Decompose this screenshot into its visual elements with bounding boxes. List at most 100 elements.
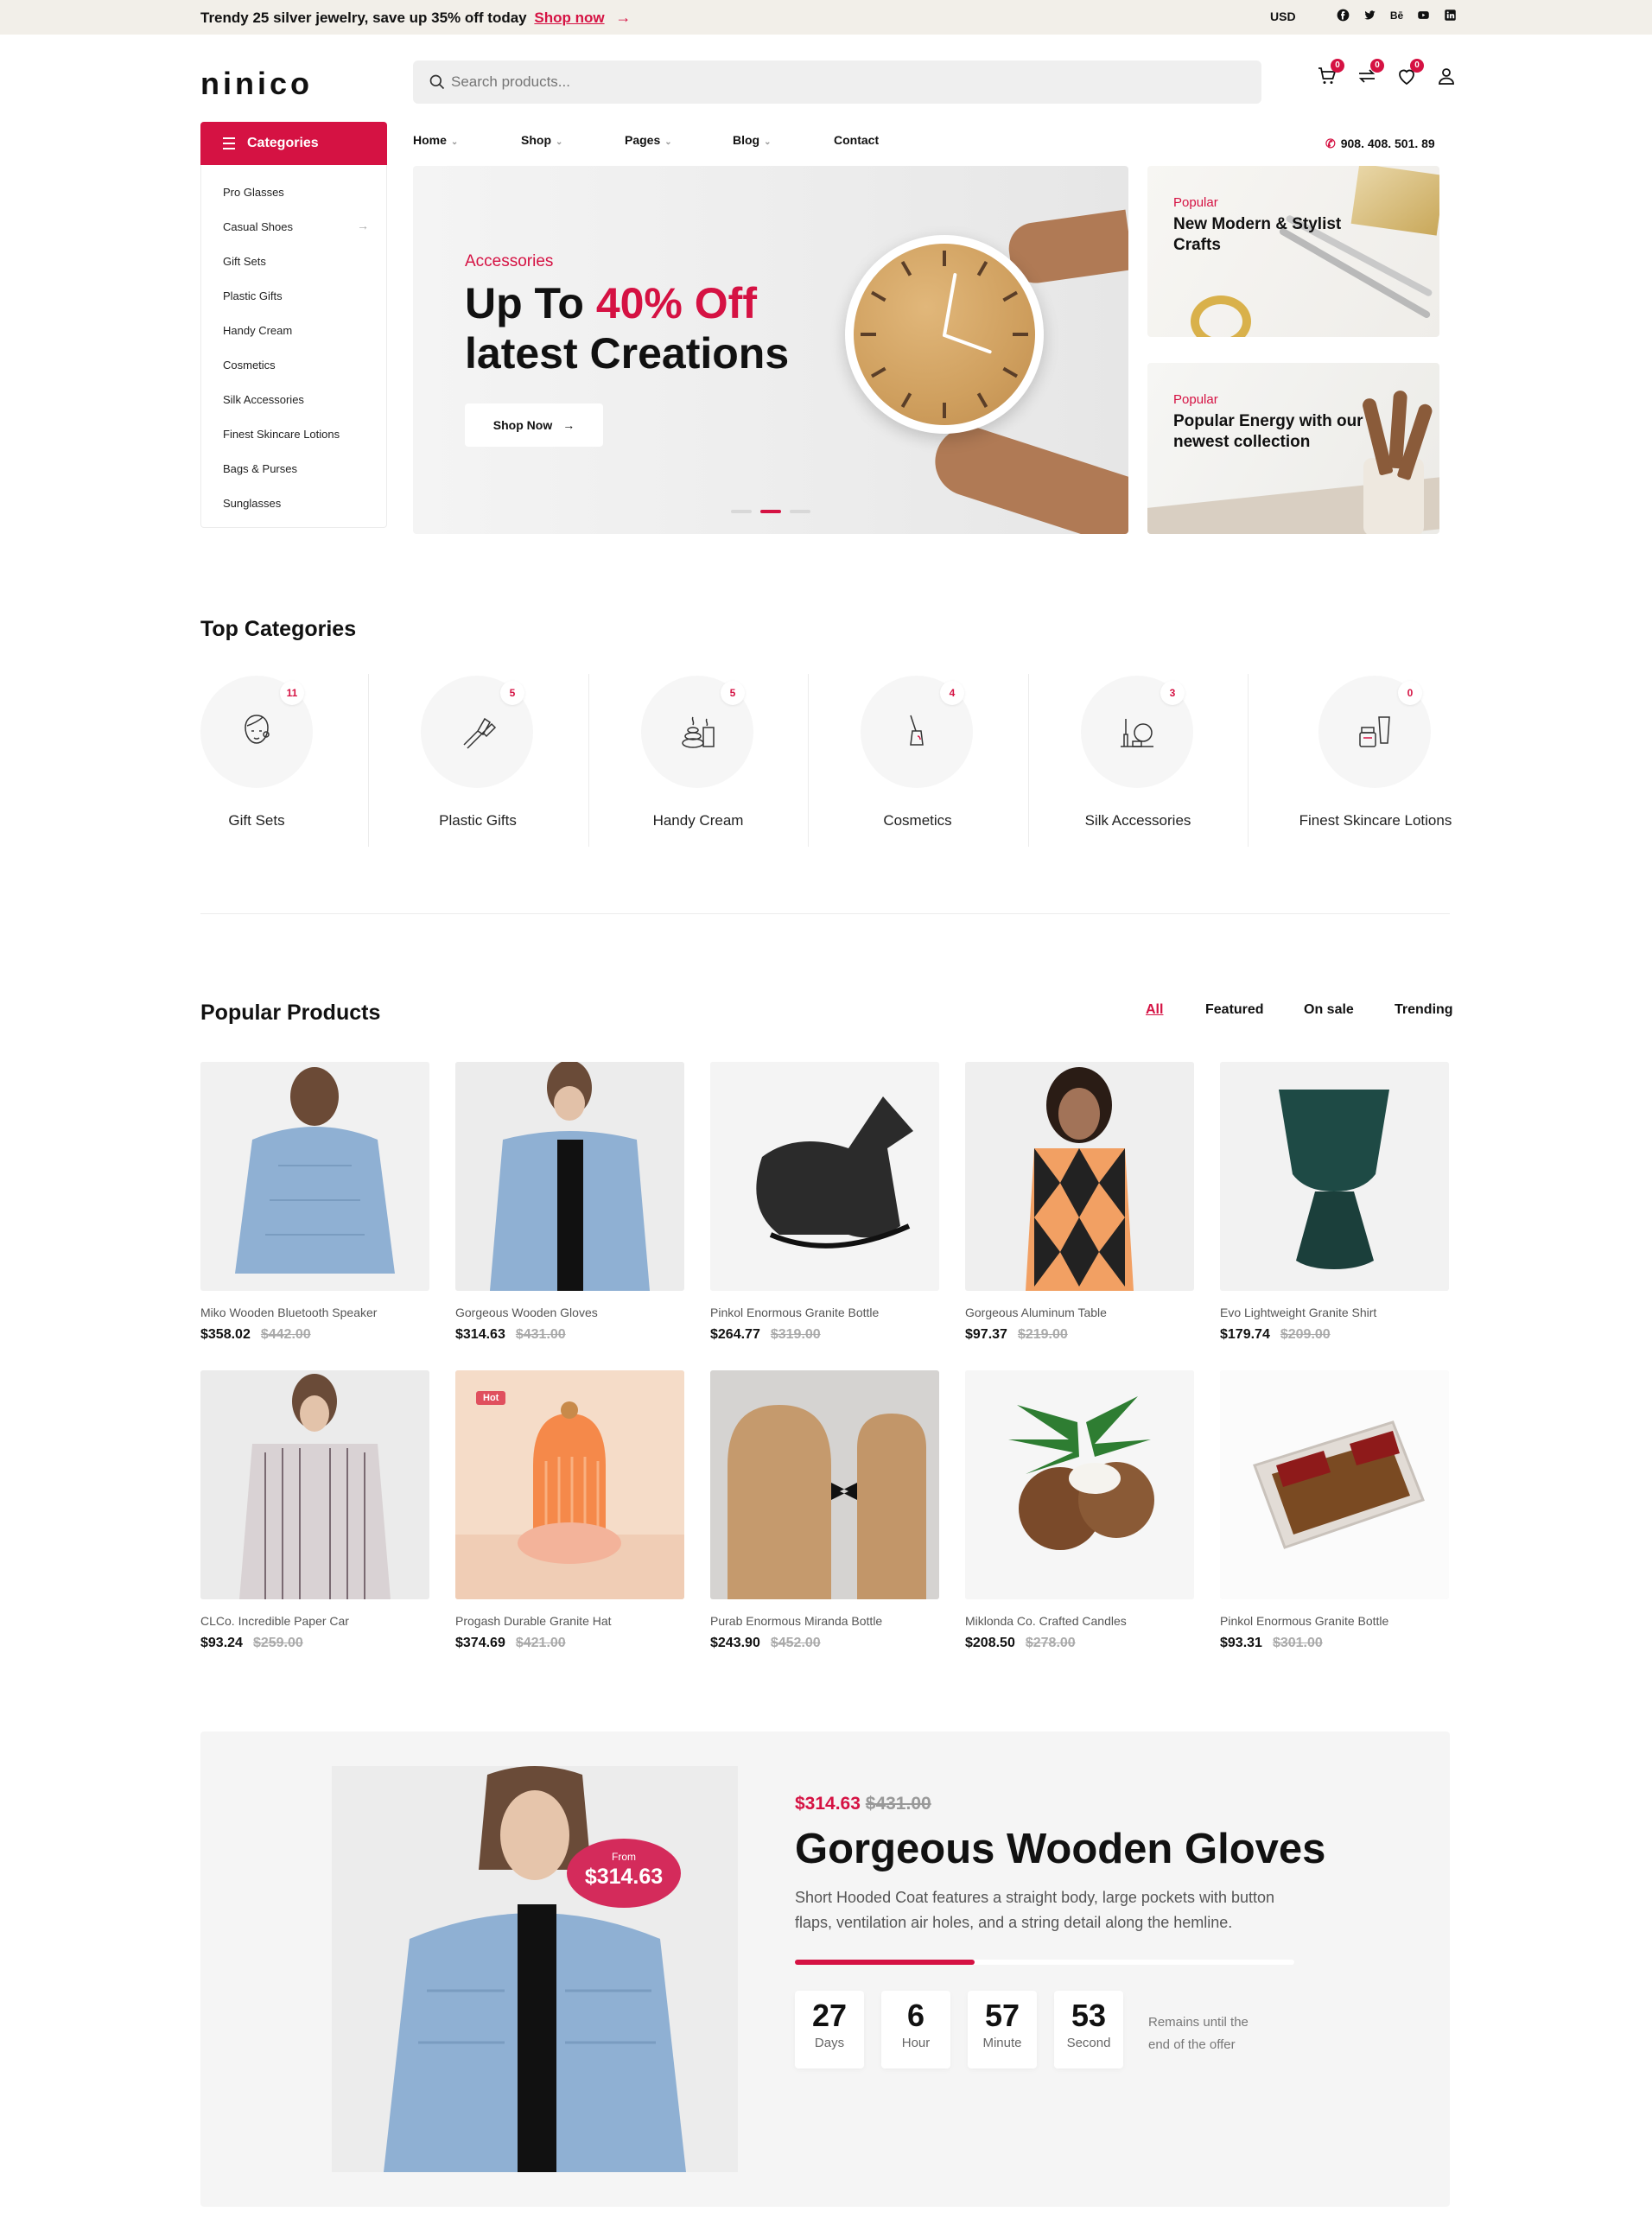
nav-blog[interactable]: Blog ⌄ <box>733 133 772 147</box>
deal-title[interactable]: Gorgeous Wooden Gloves <box>795 1825 1325 1873</box>
product-name[interactable]: Pinkol Enormous Granite Bottle <box>710 1306 879 1319</box>
youtube-icon[interactable] <box>1416 8 1431 22</box>
twitter-icon[interactable] <box>1363 8 1377 22</box>
category-card[interactable]: 5 Handy Cream <box>588 674 808 847</box>
product-image[interactable]: Hot <box>455 1370 684 1599</box>
product-name[interactable]: CLCo. Incredible Paper Car <box>200 1614 349 1628</box>
product-name[interactable]: Pinkol Enormous Granite Bottle <box>1220 1614 1388 1628</box>
nav-pages[interactable]: Pages ⌄ <box>625 133 672 147</box>
search-icon[interactable] <box>429 73 446 91</box>
hero-title: Up To 40% Off latest Creations <box>465 278 789 378</box>
nav-shop[interactable]: Shop ⌄ <box>521 133 562 147</box>
countdown-unit: Hour <box>901 2036 931 2050</box>
deal-product-image[interactable] <box>332 1766 738 2172</box>
menu-icon <box>223 137 235 153</box>
price-current: $93.31 <box>1220 1636 1262 1650</box>
category-card[interactable]: 5 Plastic Gifts <box>368 674 588 847</box>
shop-now-link[interactable]: Shop now <box>534 10 604 26</box>
section-divider <box>200 913 1450 914</box>
slider-dot[interactable] <box>790 510 810 513</box>
hero-shop-now-button[interactable]: Shop Now → <box>465 403 603 447</box>
categories-toggle[interactable]: Categories <box>200 122 387 165</box>
phone-icon: ✆ <box>1325 137 1336 150</box>
category-item[interactable]: Pro Glasses <box>223 186 284 199</box>
cart-button[interactable]: 0 <box>1317 59 1344 86</box>
countdown-value: 57 <box>984 1998 1020 2033</box>
category-item[interactable]: Plastic Gifts <box>223 289 283 302</box>
phone-number: 908. 408. 501. 89 <box>1340 137 1435 150</box>
category-item[interactable]: Finest Skincare Lotions <box>223 428 340 441</box>
behance-icon[interactable]: Bē <box>1389 8 1404 22</box>
product-name[interactable]: Purab Enormous Miranda Bottle <box>710 1614 882 1628</box>
countdown-caption: Remains until the end of the offer <box>1148 2015 1249 2052</box>
deal-price-old: $431.00 <box>865 1794 931 1814</box>
search-input[interactable] <box>451 60 1229 104</box>
account-button[interactable] <box>1436 66 1457 86</box>
top-categories-title: Top Categories <box>200 617 357 641</box>
from-price: $314.63 <box>584 1865 664 1889</box>
category-item[interactable]: Gift Sets <box>223 255 266 268</box>
banner-image <box>1350 166 1439 236</box>
nav-home[interactable]: Home ⌄ <box>413 133 458 147</box>
nav-home-label: Home <box>413 133 447 147</box>
product-image[interactable] <box>710 1062 939 1291</box>
nav-shop-label: Shop <box>521 133 551 147</box>
promo-banner: Trendy 25 silver jewelry, save up 35% of… <box>200 9 631 27</box>
hero-title-pre: Up To <box>465 279 596 327</box>
arrow-right-icon: → <box>615 9 632 26</box>
product-image[interactable] <box>965 1370 1194 1599</box>
category-item[interactable]: Bags & Purses <box>223 462 297 475</box>
product-name[interactable]: Miklonda Co. Crafted Candles <box>965 1614 1127 1628</box>
category-item[interactable]: Cosmetics <box>223 359 276 372</box>
currency-selector[interactable]: USD <box>1270 10 1296 23</box>
category-card[interactable]: 3 Silk Accessories <box>1028 674 1248 847</box>
linkedin-icon[interactable] <box>1443 8 1458 22</box>
product-name[interactable]: Progash Durable Granite Hat <box>455 1614 612 1628</box>
categories-title: Categories <box>247 136 319 150</box>
product-name[interactable]: Evo Lightweight Granite Shirt <box>1220 1306 1376 1319</box>
category-card[interactable]: 4 Cosmetics <box>808 674 1027 847</box>
countdown-hours: 6 Hour <box>881 1991 950 2068</box>
product-image[interactable] <box>710 1370 939 1599</box>
category-count-badge: 0 <box>1398 681 1422 705</box>
price-old: $319.00 <box>770 1327 821 1342</box>
product-image[interactable] <box>965 1062 1194 1291</box>
banner-title-line: newest collection <box>1173 433 1311 451</box>
tab-all[interactable]: All <box>1146 1002 1163 1018</box>
product-image[interactable] <box>1220 1370 1449 1599</box>
category-item[interactable]: Casual Shoes <box>223 220 293 233</box>
category-item[interactable]: Silk Accessories <box>223 393 304 406</box>
site-logo[interactable]: ninico <box>200 66 313 102</box>
category-divider <box>1248 674 1249 847</box>
category-item[interactable]: Handy Cream <box>223 324 292 337</box>
wishlist-button[interactable]: 0 <box>1396 59 1424 86</box>
phone-contact[interactable]: ✆ 908. 408. 501. 89 <box>1325 137 1435 151</box>
tab-trending[interactable]: Trending <box>1395 1002 1453 1018</box>
product-image[interactable] <box>200 1062 429 1291</box>
product-image[interactable] <box>455 1062 684 1291</box>
category-card[interactable]: 0 Finest Skincare Lotions <box>1248 674 1467 847</box>
promo-banner-energy[interactable]: Popular Popular Energy with our newest co… <box>1147 363 1439 534</box>
facebook-icon[interactable] <box>1336 8 1350 22</box>
product-name[interactable]: Gorgeous Aluminum Table <box>965 1306 1107 1319</box>
category-name: Cosmetics <box>883 812 952 829</box>
spa-stones-icon <box>682 716 715 748</box>
product-name[interactable]: Miko Wooden Bluetooth Speaker <box>200 1306 377 1319</box>
compare-button[interactable]: 0 <box>1357 59 1384 86</box>
product-image[interactable] <box>200 1370 429 1599</box>
slider-dot[interactable] <box>731 510 752 513</box>
price-current: $358.02 <box>200 1327 251 1342</box>
nav-contact[interactable]: Contact <box>834 133 879 147</box>
product-price: $314.63 $431.00 <box>455 1327 566 1343</box>
category-item[interactable]: Sunglasses <box>223 497 281 510</box>
price-old: $301.00 <box>1272 1636 1323 1650</box>
product-image[interactable] <box>1220 1062 1449 1291</box>
tab-on-sale[interactable]: On sale <box>1304 1002 1354 1018</box>
price-old: $431.00 <box>515 1327 566 1342</box>
banner-image <box>1191 295 1251 337</box>
promo-banner-crafts[interactable]: Popular New Modern & Stylist Crafts <box>1147 166 1439 337</box>
slider-dot-active[interactable] <box>760 510 781 513</box>
price-current: $179.74 <box>1220 1327 1270 1342</box>
product-name[interactable]: Gorgeous Wooden Gloves <box>455 1306 598 1319</box>
tab-featured[interactable]: Featured <box>1205 1002 1264 1018</box>
